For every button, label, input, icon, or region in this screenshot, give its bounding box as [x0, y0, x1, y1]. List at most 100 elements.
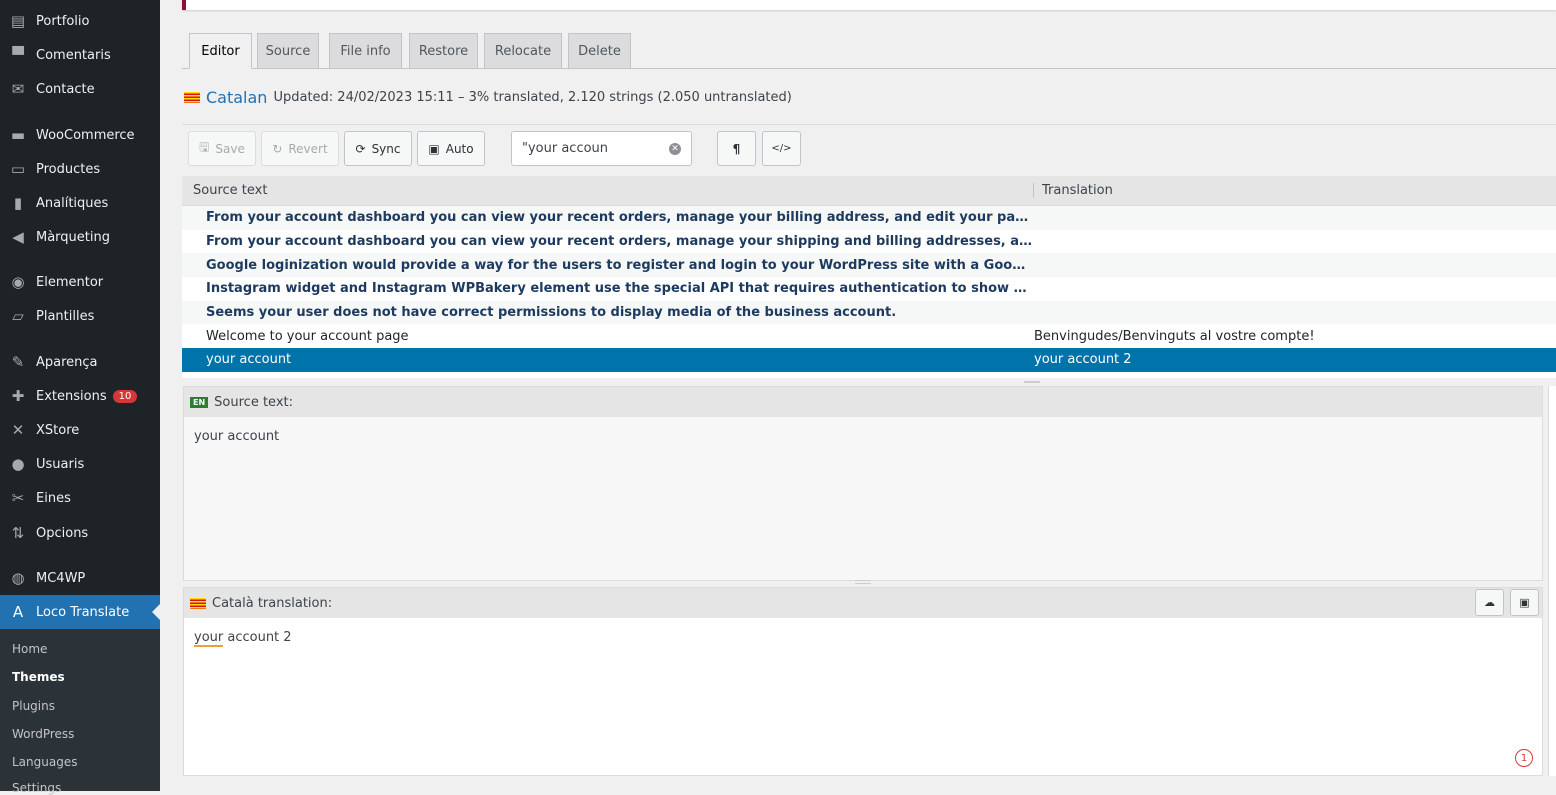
- code-icon: </>: [771, 143, 792, 154]
- auto-label: Auto: [445, 141, 474, 156]
- woo-icon: ▬: [10, 126, 26, 144]
- sidebar-item-aparen-a[interactable]: ✎ Aparença: [0, 345, 160, 379]
- sidebar-item-loco-translate[interactable]: A Loco Translate: [0, 595, 160, 629]
- comment-icon: ▀: [12, 46, 24, 64]
- sidebar-item-label: Comentaris: [36, 47, 111, 63]
- table-row[interactable]: From your account dashboard you can view…: [182, 206, 1556, 230]
- mc4wp-icon: ◍: [11, 569, 25, 587]
- sidebar-item-label: WooCommerce: [36, 127, 135, 143]
- folder-icon: ▱: [12, 307, 24, 325]
- auto-translate-button[interactable]: ▣: [1510, 589, 1539, 616]
- submenu-item-home[interactable]: Home: [12, 642, 47, 656]
- sidebar-item-mc4wp[interactable]: ◍ MC4WP: [0, 561, 160, 595]
- portfolio-icon: ▤: [10, 12, 26, 30]
- sidebar-item-portfolio[interactable]: ▤ Portfolio: [0, 4, 160, 38]
- sidebar-item-woocommerce[interactable]: ▬ WooCommerce: [0, 118, 160, 152]
- brush-icon: ✎: [11, 353, 25, 371]
- notification-count[interactable]: 1: [1515, 749, 1533, 767]
- megaphone-icon: ◀: [12, 228, 24, 246]
- table-row[interactable]: Instagram widget and Instagram WPBakery …: [182, 277, 1556, 301]
- col-translation[interactable]: Translation: [1034, 183, 1113, 198]
- submenu-item-languages[interactable]: Languages: [12, 755, 77, 769]
- tab-relocate[interactable]: Relocate: [484, 33, 562, 69]
- sidebar-item-anal-tiques[interactable]: ▮ Analítiques: [0, 186, 160, 220]
- catalan-flag-icon: [184, 92, 200, 103]
- tab-restore[interactable]: Restore: [409, 33, 478, 69]
- file-meta: Updated: 24/02/2023 15:11 – 3% translate…: [273, 90, 792, 105]
- sidebar-item-label: Analítiques: [36, 195, 109, 211]
- sync-label: Sync: [371, 141, 401, 156]
- toggle-invisibles-button[interactable]: ¶: [717, 131, 756, 166]
- pilcrow-icon: ¶: [732, 141, 741, 156]
- row-source: your account: [206, 352, 292, 368]
- tab-editor[interactable]: Editor: [189, 33, 252, 69]
- clear-search-icon[interactable]: ✕: [669, 142, 681, 155]
- editor-toolbar: 🖫 Save ↻ Revert ⟳ Sync ▣ Auto "your accoun ✕ …: [182, 124, 1556, 176]
- sidebar-item-productes[interactable]: ▭ Productes: [0, 152, 160, 186]
- translation-text: account 2: [223, 630, 292, 645]
- table-row[interactable]: From your account dashboard you can view…: [182, 230, 1556, 254]
- en-flag-icon: EN: [190, 396, 209, 408]
- col-source[interactable]: Source text: [182, 183, 1034, 198]
- table-row[interactable]: Seems your user does not have correct pe…: [182, 300, 1556, 325]
- language-link[interactable]: Catalan: [206, 88, 267, 107]
- sidebar-item-label: Màrqueting: [36, 229, 110, 245]
- row-translation: Benvingudes/Benvinguts al vostre compte!: [1034, 328, 1315, 344]
- sidebar-item-elementor[interactable]: ◉ Elementor: [0, 265, 160, 299]
- sidebar-item-eines[interactable]: ✂ Eines: [0, 481, 160, 515]
- sidebar-item-label: Aparença: [36, 354, 98, 370]
- row-source: Welcome to your account page: [206, 328, 409, 344]
- loco-submenu: Home Themes Plugins WordPress Languages Setti…: [0, 629, 160, 795]
- sidebar-item-label: MC4WP: [36, 570, 86, 586]
- sidebar-item-extensions[interactable]: ✚ Extensions 10: [0, 379, 160, 413]
- cloud-icon: ☁: [1484, 596, 1495, 609]
- save-label: Save: [215, 141, 245, 156]
- tab-source[interactable]: Source: [257, 33, 319, 69]
- source-pane-header: EN Source text:: [184, 387, 1542, 417]
- auto-button[interactable]: ▣ Auto: [417, 131, 485, 166]
- submenu-item-wordpress[interactable]: WordPress: [12, 727, 74, 741]
- admin-notice: [182, 0, 1556, 10]
- save-button[interactable]: 🖫 Save: [188, 131, 256, 166]
- chart-icon: ▮: [13, 194, 23, 212]
- sidebar-item-comentaris[interactable]: ▀ Comentaris: [0, 38, 160, 72]
- grid-resize-handle[interactable]: [1024, 381, 1040, 383]
- grid-header: Source text Translation: [182, 176, 1556, 206]
- revert-label: Revert: [288, 141, 328, 156]
- wrench-icon: ✂: [11, 489, 25, 507]
- sidebar-item-label: XStore: [36, 422, 80, 438]
- submenu-item-plugins[interactable]: Plugins: [12, 699, 55, 713]
- catalan-flag-icon: [190, 597, 206, 609]
- row-source: Google loginization would provide a way …: [206, 257, 1034, 273]
- tab-delete[interactable]: Delete: [568, 33, 631, 69]
- submenu-item-settings[interactable]: Settings: [12, 781, 61, 795]
- sidebar-item-contacte[interactable]: ✉ Contacte: [0, 72, 160, 106]
- sidebar-item-m-rqueting[interactable]: ◀ Màrqueting: [0, 220, 160, 254]
- sidebar-item-label: Extensions: [36, 388, 107, 404]
- table-row[interactable]: Welcome to your account page Benvingudes/…: [182, 324, 1556, 348]
- sidebar-item-label: Loco Translate: [36, 604, 130, 620]
- table-row[interactable]: Google loginization would provide a way …: [182, 253, 1556, 278]
- sync-button[interactable]: ⟳ Sync: [344, 131, 412, 166]
- revert-button[interactable]: ↻ Revert: [261, 131, 339, 166]
- pane-resize-handle[interactable]: [855, 580, 871, 584]
- sidebar-item-label: Productes: [36, 161, 101, 177]
- row-source: Instagram widget and Instagram WPBakery …: [206, 281, 1034, 297]
- sidebar-item-label: Elementor: [36, 274, 104, 290]
- robot-icon: ▣: [1519, 596, 1530, 609]
- sidebar-item-plantilles[interactable]: ▱ Plantilles: [0, 299, 160, 333]
- row-source: Seems your user does not have correct pe…: [206, 305, 897, 321]
- table-row[interactable]: your account your account 2: [182, 348, 1556, 372]
- sidebar-item-usuaris[interactable]: ● Usuaris: [0, 447, 160, 481]
- file-header: Catalan Updated: 24/02/2023 15:11 – 3% t…: [184, 88, 792, 107]
- sidebar-item-xstore[interactable]: ✕ XStore: [0, 413, 160, 447]
- sidebar-item-label: Portfolio: [36, 13, 90, 29]
- row-source: From your account dashboard you can view…: [206, 210, 1034, 226]
- sidebar-item-opcions[interactable]: ⇅ Opcions: [0, 516, 160, 550]
- suggest-cloud-button[interactable]: ☁: [1475, 589, 1504, 616]
- submenu-item-themes[interactable]: Themes: [12, 670, 65, 684]
- toggle-code-button[interactable]: </>: [762, 131, 801, 166]
- search-input[interactable]: "your accoun ✕: [511, 131, 692, 166]
- tab-file-info[interactable]: File info: [329, 33, 402, 69]
- translation-textarea[interactable]: your account 2: [184, 618, 1542, 657]
